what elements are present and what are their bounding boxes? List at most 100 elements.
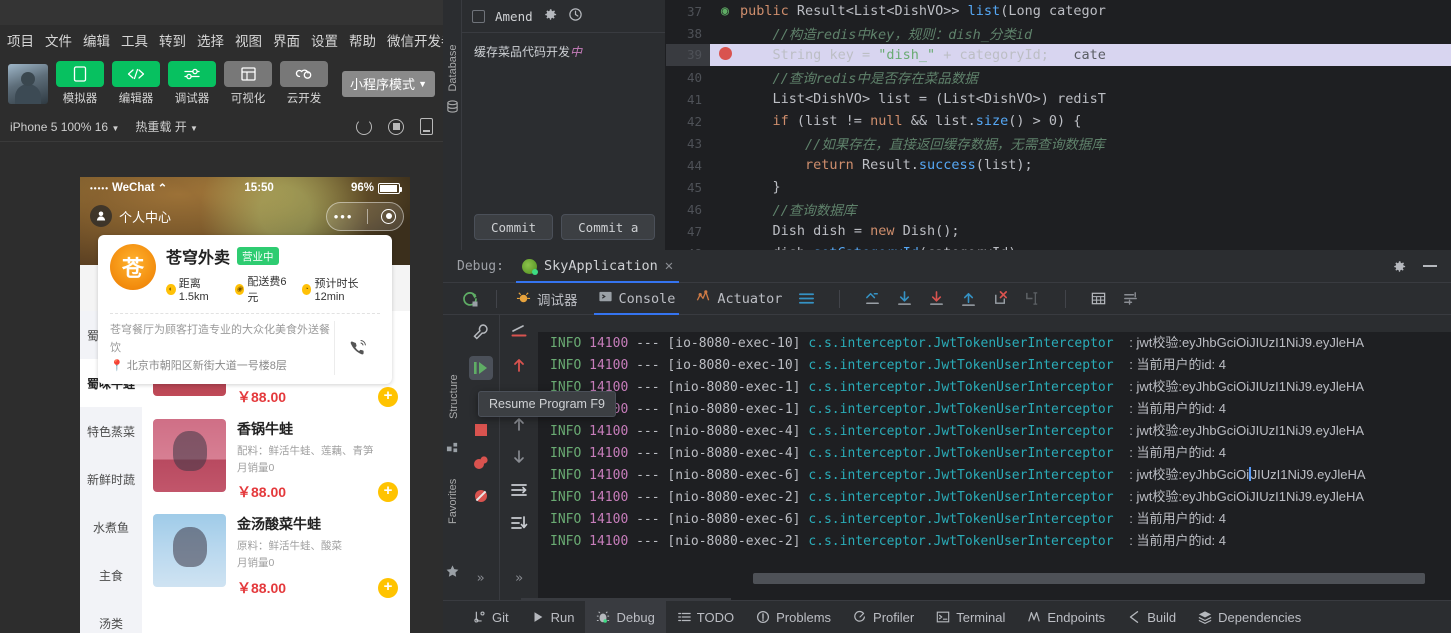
commit-message-input[interactable]: 缓存菜品代码开发中 <box>462 33 665 70</box>
console-output[interactable]: INFO 14100 --- [io-8080-exec-10] c.s.int… <box>538 332 1451 600</box>
step-out-icon[interactable] <box>510 356 528 374</box>
status-bar-item-run[interactable]: Run <box>520 601 586 633</box>
view-breakpoints-icon[interactable] <box>472 454 490 472</box>
status-bar-item-dependencies[interactable]: Dependencies <box>1187 601 1312 633</box>
status-bar-item-profiler[interactable]: Profiler <box>842 601 925 633</box>
table-view-icon[interactable] <box>1090 290 1107 307</box>
code-line[interactable]: 39 String key = "dish_" + categoryId; ca… <box>666 44 1451 66</box>
scroll-down-red-icon[interactable] <box>928 290 945 307</box>
menu-item-5[interactable]: 选择 <box>197 30 224 50</box>
step-over-icon[interactable] <box>510 481 528 499</box>
gutter-marker[interactable]: ◉ <box>710 3 740 19</box>
code-line[interactable]: 47 Dish dish = new Dish(); <box>666 220 1451 242</box>
menu-item-3[interactable]: 工具 <box>121 30 148 50</box>
stop-program-button[interactable] <box>472 421 490 439</box>
code-line[interactable]: 41 List<DishVO> list = (List<DishVO>) re… <box>666 88 1451 110</box>
status-bar-item-problems[interactable]: Problems <box>745 601 842 633</box>
toolbar-item-cloud[interactable]: 云开发 <box>280 61 328 106</box>
amend-checkbox[interactable] <box>472 9 485 23</box>
resume-program-button[interactable] <box>468 356 493 380</box>
stop-icon[interactable] <box>388 118 404 135</box>
code-line[interactable]: 38 //构造redis中key，规则：dish_分类id <box>666 22 1451 44</box>
menu-item-10[interactable]: 微信开发者工具 <box>387 30 443 50</box>
more-actions-icon[interactable]: » <box>477 571 485 586</box>
refresh-icon[interactable] <box>356 118 372 135</box>
mode-select[interactable]: 小程序模式 ▼ <box>342 70 435 97</box>
list-lines-icon[interactable] <box>798 290 815 307</box>
avatar[interactable] <box>8 63 48 104</box>
gear-icon[interactable] <box>1392 259 1407 274</box>
category-item-2[interactable]: 特色蒸菜 <box>80 407 142 455</box>
tool-tab-favorites[interactable]: Favorites <box>447 454 459 524</box>
status-bar-item-endpoints[interactable]: Endpoints <box>1016 601 1116 633</box>
console-horizontal-scrollbar[interactable] <box>753 573 1425 584</box>
toolbar-item-simulator[interactable]: 模拟器 <box>56 61 104 106</box>
status-bar-item-todo[interactable]: TODO <box>666 601 745 633</box>
more-icon[interactable]: ••• <box>334 210 354 223</box>
menu-item-8[interactable]: 设置 <box>311 30 338 50</box>
history-clock-icon[interactable] <box>568 7 583 26</box>
scroll-up-icon[interactable] <box>960 290 977 307</box>
add-to-cart-button[interactable]: + <box>378 482 398 503</box>
commit-and-push-button[interactable]: Commit a <box>561 214 656 240</box>
status-bar-item-terminal[interactable]: Terminal <box>925 601 1016 633</box>
menu-item-1[interactable]: 文件 <box>45 30 72 50</box>
toolbar-item-editor[interactable]: 编辑器 <box>112 61 160 106</box>
category-item-5[interactable]: 主食 <box>80 551 142 599</box>
step-up-icon[interactable] <box>510 415 528 433</box>
hot-reload-select[interactable]: 热重载 开 ▼ <box>135 118 198 135</box>
dish-item[interactable]: 金汤酸菜牛蛙 原料：鲜活牛蛙、酸菜 月销量0 ￥88.00 + <box>142 502 410 598</box>
gutter-marker[interactable] <box>710 46 740 64</box>
status-bar-item-debug[interactable]: Debug <box>585 600 666 633</box>
menu-item-4[interactable]: 转到 <box>159 30 186 50</box>
toolbar-item-debugger[interactable]: 调试器 <box>168 61 216 106</box>
wechat-capsule-menu[interactable]: ••• <box>326 201 404 231</box>
tab-debugger[interactable]: 调试器 <box>506 283 588 315</box>
step-down-icon[interactable] <box>510 448 528 466</box>
call-shop-button[interactable] <box>334 321 380 376</box>
clear-all-icon[interactable] <box>992 290 1009 307</box>
category-item-3[interactable]: 新鲜时蔬 <box>80 455 142 503</box>
code-editor[interactable]: 37 ◉ public Result<List<DishVO>> list(Long… <box>666 0 1451 250</box>
device-select[interactable]: iPhone 5 100% 16 ▼ <box>10 120 119 134</box>
close-icon[interactable]: ✕ <box>665 258 673 274</box>
nav-user-center[interactable]: 个人中心 <box>90 205 171 227</box>
toolbar-item-visual[interactable]: 可视化 <box>224 61 272 106</box>
add-to-cart-button[interactable]: + <box>378 577 398 598</box>
tool-tab-database[interactable]: Database <box>447 34 459 102</box>
add-to-cart-button[interactable]: + <box>378 386 398 407</box>
status-bar-item-git[interactable]: Git <box>461 601 520 633</box>
settings-wrench-icon[interactable] <box>472 323 490 341</box>
soft-wrap-icon[interactable] <box>864 290 881 307</box>
category-item-6[interactable]: 汤类 <box>80 599 142 633</box>
mute-breakpoints-icon[interactable] <box>472 487 490 505</box>
menu-item-9[interactable]: 帮助 <box>349 30 376 50</box>
menu-item-2[interactable]: 编辑 <box>83 30 110 50</box>
settings-lines-icon[interactable] <box>1122 290 1139 307</box>
dish-item[interactable]: 香锅牛蛙 配料：鲜活牛蛙、莲藕、青笋 月销量0 ￥88.00 + <box>142 407 410 503</box>
rerun-icon[interactable] <box>453 290 487 308</box>
tool-tab-structure[interactable]: Structure <box>448 353 460 419</box>
code-line[interactable]: 43 //如果存在，直接返回缓存数据，无需查询数据库 <box>666 132 1451 154</box>
tab-actuator[interactable]: Actuator <box>685 283 792 315</box>
tab-console[interactable]: Console <box>588 283 686 315</box>
device-frame-icon[interactable] <box>420 118 433 135</box>
gear-icon[interactable] <box>543 7 558 26</box>
code-line[interactable]: 48 dish.setCategoryId(categoryId); <box>666 242 1451 250</box>
menu-item-0[interactable]: 项目 <box>7 30 34 50</box>
code-line[interactable]: 46 //查询数据库 <box>666 198 1451 220</box>
step-into-icon[interactable] <box>510 514 528 532</box>
status-bar-item-build[interactable]: Build <box>1116 601 1187 633</box>
minimize-icon[interactable] <box>1423 265 1437 267</box>
code-line[interactable]: 40 //查询redis中是否存在菜品数据 <box>666 66 1451 88</box>
category-item-4[interactable]: 水煮鱼 <box>80 503 142 551</box>
code-line[interactable]: 44 return Result.success(list); <box>666 154 1451 176</box>
code-line[interactable]: 45 } <box>666 176 1451 198</box>
commit-button[interactable]: Commit <box>474 214 554 240</box>
menu-item-7[interactable]: 界面 <box>273 30 300 50</box>
code-line[interactable]: 42 if (list != null && list.size() > 0) … <box>666 110 1451 132</box>
close-target-icon[interactable] <box>381 208 397 224</box>
menu-item-6[interactable]: 视图 <box>235 30 262 50</box>
debug-session-tab[interactable]: SkyApplication ✕ <box>515 250 680 283</box>
show-execution-point-icon[interactable] <box>510 323 528 341</box>
